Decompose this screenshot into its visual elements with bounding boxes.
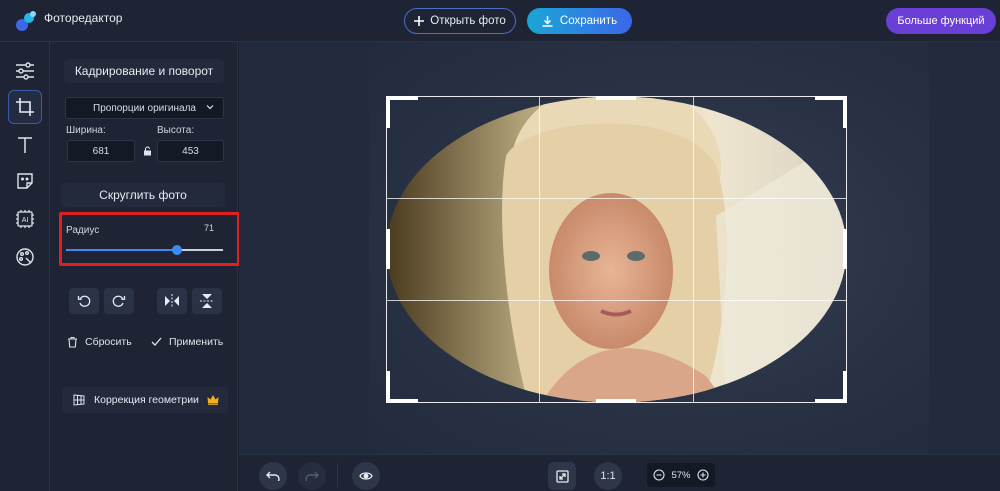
tool-effects[interactable]: [8, 240, 42, 274]
tool-crop[interactable]: [8, 90, 42, 124]
app-title: Фоторедактор: [44, 11, 123, 25]
aspect-ratio-select[interactable]: Пропорции оригинала: [65, 97, 224, 119]
flip-horizontal-icon: [165, 294, 179, 308]
app-logo-icon: [16, 11, 36, 31]
tool-stickers[interactable]: [8, 164, 42, 198]
reset-button[interactable]: Сбросить: [67, 336, 132, 348]
height-input[interactable]: 453: [157, 140, 224, 162]
width-input[interactable]: 681: [67, 140, 135, 162]
bottom-toolbar: 1:1 57%: [239, 454, 1000, 491]
photo-canvas[interactable]: [239, 42, 1000, 454]
perspective-grid-icon: [73, 394, 85, 406]
fit-screen-button[interactable]: [548, 462, 576, 490]
width-label: Ширина:: [66, 125, 106, 136]
undo-icon: [266, 471, 280, 481]
check-icon: [151, 337, 162, 346]
tools-rail: AI: [0, 42, 50, 491]
panel-title: Кадрирование и поворот: [64, 59, 224, 83]
apply-button[interactable]: Применить: [151, 336, 223, 348]
radius-slider[interactable]: [66, 245, 223, 255]
ratio-1-1-button[interactable]: 1:1: [594, 462, 622, 490]
radius-slider-fill: [66, 249, 178, 251]
chevron-down-icon: [206, 105, 214, 110]
crop-area[interactable]: [386, 96, 847, 403]
tool-adjustments[interactable]: [8, 54, 42, 88]
reset-label: Сбросить: [85, 336, 132, 348]
sliders-icon: [16, 62, 34, 80]
geometry-correction-button[interactable]: Коррекция геометрии: [62, 387, 228, 413]
rotate-left-button[interactable]: [69, 288, 99, 314]
radius-label: Радиус: [66, 225, 100, 236]
geometry-correction-label: Коррекция геометрии: [94, 394, 199, 406]
tool-text[interactable]: [8, 128, 42, 162]
round-photo-button[interactable]: Скруглить фото: [61, 183, 225, 207]
zoom-out-icon[interactable]: [653, 469, 665, 481]
radius-value: 71: [204, 223, 215, 233]
zoom-value: 57%: [671, 469, 691, 481]
rotate-left-icon: [77, 295, 91, 307]
zoom-in-icon[interactable]: [697, 469, 709, 481]
svg-text:AI: AI: [22, 217, 29, 224]
rotate-right-button[interactable]: [104, 288, 134, 314]
ai-chip-icon: AI: [16, 210, 34, 228]
height-label: Высота:: [157, 125, 195, 136]
crop-settings-panel: Кадрирование и поворот Пропорции оригина…: [50, 42, 240, 491]
apply-label: Применить: [169, 336, 224, 348]
preview-button[interactable]: [352, 462, 380, 490]
open-photo-label: Открыть фото: [430, 15, 506, 27]
redo-icon: [305, 471, 319, 481]
eye-icon: [359, 472, 373, 480]
save-label: Сохранить: [559, 15, 618, 27]
save-button[interactable]: Сохранить: [527, 8, 632, 34]
plus-icon: [414, 16, 425, 26]
sticker-icon: [17, 173, 33, 189]
trash-icon: [68, 336, 77, 348]
flip-vertical-icon: [200, 294, 214, 308]
crop-handles[interactable]: [386, 96, 847, 403]
aspect-ratio-value: Пропорции оригинала: [93, 102, 196, 114]
flip-vertical-button[interactable]: [192, 288, 222, 314]
lock-icon[interactable]: [143, 146, 152, 156]
more-features-label: Больше функций: [897, 15, 985, 27]
undo-button[interactable]: [259, 462, 287, 490]
palette-icon: [16, 248, 34, 266]
radius-highlight-box: [59, 212, 240, 266]
crop-icon: [16, 98, 34, 116]
zoom-control: 57%: [647, 463, 715, 487]
top-bar: Фоторедактор Открыть фото Сохранить Боль…: [0, 0, 1000, 42]
expand-icon: [555, 469, 569, 483]
text-icon: [18, 137, 32, 153]
separator: [337, 463, 338, 487]
redo-button[interactable]: [298, 462, 326, 490]
more-features-button[interactable]: Больше функций: [886, 8, 996, 34]
tool-ai[interactable]: AI: [8, 202, 42, 236]
flip-horizontal-button[interactable]: [157, 288, 187, 314]
open-photo-button[interactable]: Открыть фото: [404, 8, 516, 34]
download-icon: [542, 15, 553, 27]
crown-icon: [207, 395, 219, 405]
rotate-right-icon: [112, 295, 126, 307]
